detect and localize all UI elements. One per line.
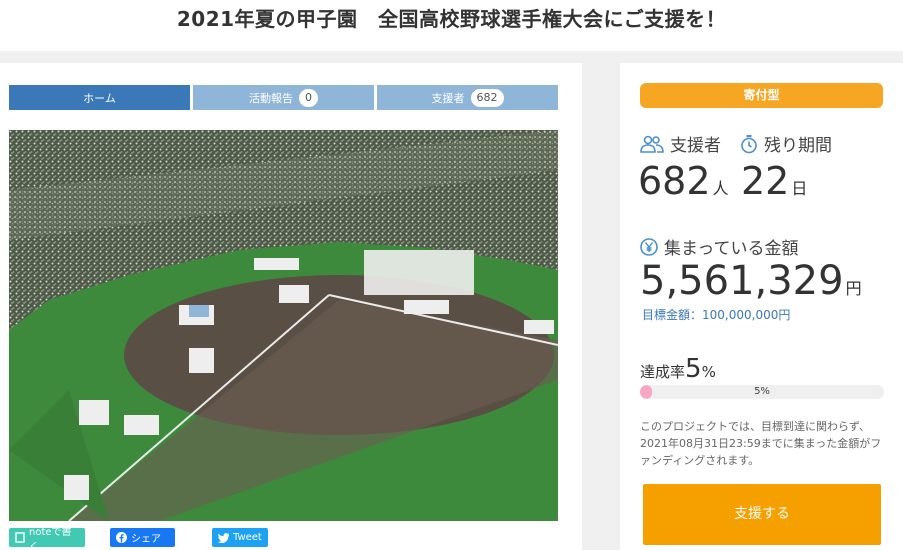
supporters-value: 682 <box>638 159 711 203</box>
supporters-stat-label: 支援者 <box>640 131 721 156</box>
facebook-icon <box>116 532 127 543</box>
supporters-unit: 人 <box>712 179 729 198</box>
support-button[interactable]: 支援する <box>643 484 881 545</box>
amount-stat-label: 集まっている金額 <box>640 234 798 259</box>
goal-amount: 目標金額：100,000,000円 <box>642 308 791 322</box>
facebook-share-button[interactable]: シェア <box>110 528 175 547</box>
project-hero-image <box>9 130 558 521</box>
tab-supporters-label: 支援者 <box>431 91 465 105</box>
tab-home-label: ホーム <box>83 91 116 105</box>
people-icon <box>640 135 664 153</box>
progress-text: 5% <box>754 386 770 397</box>
twitter-bird-icon <box>218 532 229 543</box>
amount-raised: 5,561,329 円 <box>640 258 862 304</box>
supporters-count: 682 人 <box>638 159 729 203</box>
page-title: 2021年夏の甲子園 全国高校野球選手権大会にご支援を！ <box>176 7 727 31</box>
supporters-count-badge: 682 <box>470 88 504 107</box>
project-type-badge: 寄付型 <box>640 83 883 108</box>
remaining-value: 22 <box>741 159 790 203</box>
tab-home[interactable]: ホーム <box>9 85 190 110</box>
achievement-rate: 達成率5% <box>640 354 716 384</box>
remaining-stat-label: 残り期間 <box>740 131 832 156</box>
amount-unit: 円 <box>845 279 862 298</box>
activity-report-count-badge: 0 <box>299 88 318 107</box>
supporters-label: 支援者 <box>670 136 721 156</box>
progress-bar: 5% <box>640 385 884 399</box>
rate-label: 達成率 <box>640 363 686 381</box>
rate-value: 5 <box>685 354 702 384</box>
note-share-label: noteで書く <box>29 526 72 550</box>
rate-unit: % <box>701 363 716 381</box>
note-share-button[interactable]: noteで書く <box>9 527 85 550</box>
twitter-tweet-button[interactable]: Tweet <box>212 528 268 547</box>
facebook-share-label: シェア <box>131 534 161 545</box>
remaining-label: 残り期間 <box>764 136 832 156</box>
stopwatch-icon <box>740 134 758 154</box>
project-stats-sidebar: 寄付型 支援者 残り期間 682 人 22 日 集まっている金額 5,561,329… <box>620 63 903 550</box>
tab-supporters[interactable]: 支援者 682 <box>377 85 558 110</box>
tab-activity-report-label: 活動報告 <box>249 91 293 105</box>
amount-label: 集まっている金額 <box>664 239 799 259</box>
stadium-photo <box>9 130 558 521</box>
twitter-tweet-label: Tweet <box>233 532 262 543</box>
tab-bar: ホーム 活動報告 0 支援者 682 <box>9 85 558 110</box>
main-content: ホーム 活動報告 0 支援者 682 noteで書く シェア Tweet <box>0 63 582 550</box>
yen-coin-icon <box>640 237 658 256</box>
amount-value: 5,561,329 <box>640 258 844 304</box>
remaining-unit: 日 <box>791 179 808 198</box>
funding-notice: このプロジェクトでは、目標到達に関わらず、2021年08月31日23:59までに… <box>640 420 882 467</box>
tab-activity-report[interactable]: 活動報告 0 <box>193 85 374 110</box>
title-bar: 2021年夏の甲子園 全国高校野球選手権大会にご支援を！ <box>0 0 903 51</box>
note-icon <box>15 532 25 543</box>
remaining-days: 22 日 <box>741 159 807 203</box>
